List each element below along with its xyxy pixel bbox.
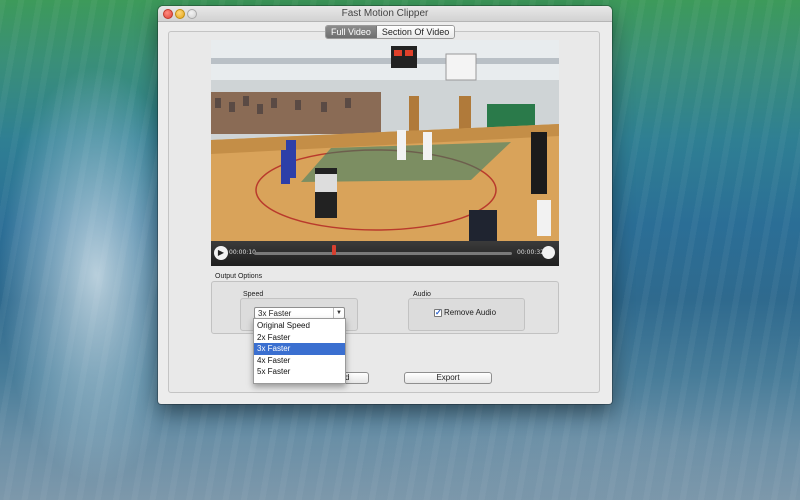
speed-option-original[interactable]: Original Speed — [254, 320, 345, 332]
window-title: Fast Motion Clipper — [341, 8, 429, 19]
audio-label: Audio — [413, 291, 431, 298]
video-controls: ▶ 00:00:10 00:00:32 — [211, 241, 559, 266]
tab-bar: Full Video Section Of Video — [325, 25, 456, 39]
current-time: 00:00:10 — [229, 249, 256, 256]
output-options-label: Output Options — [215, 273, 263, 280]
app-window: Fast Motion Clipper Full Video Section O… — [158, 6, 612, 404]
volume-icon[interactable] — [542, 246, 555, 259]
scrub-track[interactable] — [254, 252, 512, 255]
video-player[interactable]: ▶ 00:00:10 00:00:32 — [211, 40, 559, 266]
speed-option-3x[interactable]: 3x Faster — [254, 343, 345, 355]
play-icon[interactable]: ▶ — [214, 246, 228, 260]
scrub-handle[interactable] — [331, 245, 336, 255]
total-time: 00:00:32 — [517, 249, 544, 256]
chevron-down-icon: ▼ — [333, 308, 344, 318]
speed-dropdown-menu: Original Speed 2x Faster 3x Faster 4x Fa… — [253, 318, 346, 384]
tab-section-of-video[interactable]: Section Of Video — [376, 26, 455, 38]
speed-label: Speed — [243, 291, 264, 298]
export-button[interactable]: Export — [404, 372, 492, 384]
tab-full-video[interactable]: Full Video — [326, 26, 377, 38]
speed-option-2x[interactable]: 2x Faster — [254, 332, 345, 344]
speed-option-4x[interactable]: 4x Faster — [254, 355, 345, 367]
remove-audio-checkbox[interactable]: ✓ — [434, 309, 442, 317]
remove-audio-label[interactable]: Remove Audio — [444, 308, 496, 317]
video-frame — [211, 40, 559, 241]
title-bar: Fast Motion Clipper — [158, 6, 612, 22]
speed-option-5x[interactable]: 5x Faster — [254, 366, 345, 378]
